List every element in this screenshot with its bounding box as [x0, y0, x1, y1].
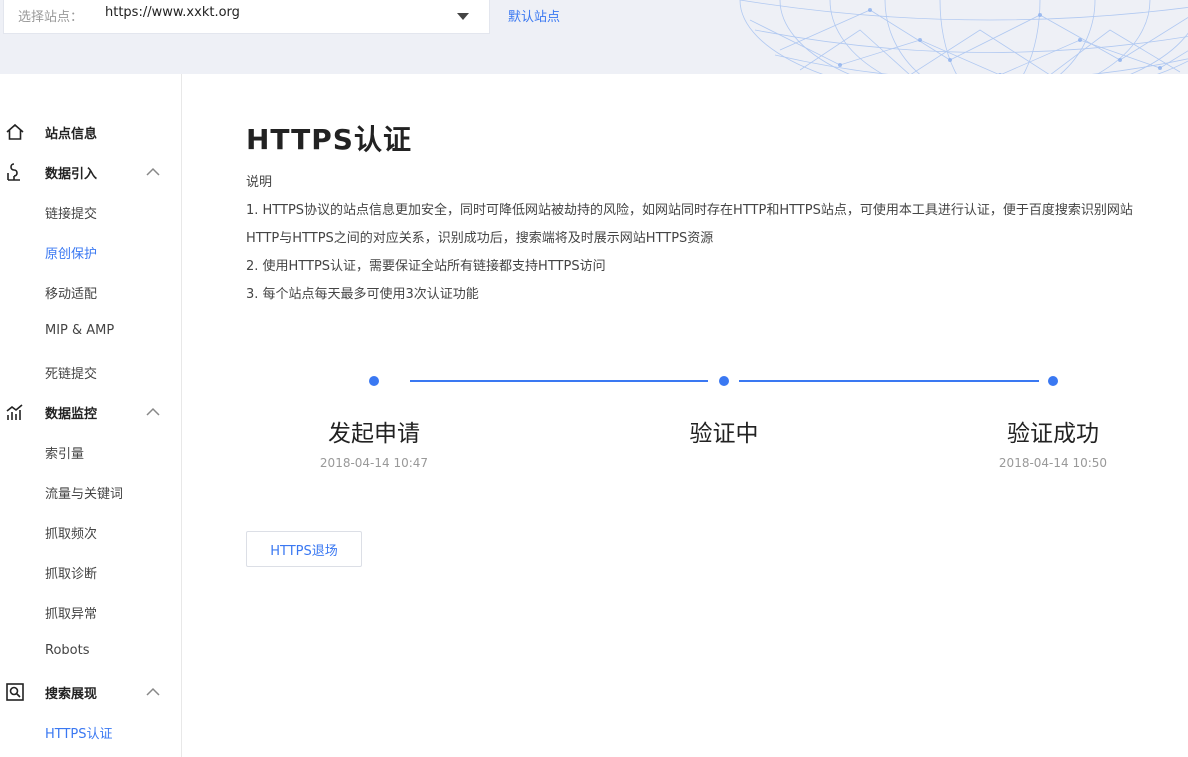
default-site-link[interactable]: 默认站点	[508, 6, 560, 25]
site-select-value: https://www.xxkt.org	[105, 5, 240, 20]
sidebar-item-crawl-errors[interactable]: 抓取异常	[45, 603, 97, 622]
sidebar-group-label: 数据引入	[45, 167, 98, 182]
main-content: HTTPS认证 说明 1. HTTPS协议的站点信息更加安全，同时可降低网站被劫…	[182, 74, 1188, 757]
sidebar-group-site-info[interactable]: 站点信息	[0, 120, 182, 144]
sidebar: 站点信息 数据引入 链接提交 原创保护 移动适配 MIP & AMP 死链提交 …	[0, 74, 182, 757]
step-connector	[410, 380, 708, 382]
sidebar-item-crawl-diagnosis[interactable]: 抓取诊断	[45, 563, 97, 582]
sidebar-item-original-protection[interactable]: 原创保护	[45, 243, 97, 262]
sidebar-item-dead-link-submit[interactable]: 死链提交	[45, 363, 97, 382]
sidebar-item-mobile-adaptation[interactable]: 移动适配	[45, 283, 97, 302]
site-select-label: 选择站点：	[18, 10, 84, 25]
sidebar-item-robots[interactable]: Robots	[45, 643, 89, 658]
data-monitor-icon	[6, 404, 23, 420]
progress-steps: 发起申请 2018-04-14 10:47 验证中 验证成功 2018-04-1…	[182, 370, 1188, 480]
search-display-icon	[6, 683, 24, 701]
step-time-apply: 2018-04-14 10:47	[319, 456, 429, 470]
sidebar-item-traffic-keywords[interactable]: 流量与关键词	[45, 483, 123, 502]
site-select-dropdown[interactable]: 选择站点： https://www.xxkt.org	[3, 0, 490, 34]
sidebar-group-data-monitor[interactable]: 数据监控	[0, 400, 182, 424]
sidebar-group-label: 站点信息	[45, 127, 98, 142]
description-block: 说明 1. HTTPS协议的站点信息更加安全，同时可降低网站被劫持的风险，如网站…	[246, 174, 1188, 314]
https-exit-button[interactable]: HTTPS退场	[246, 531, 362, 567]
home-icon	[6, 123, 24, 140]
step-time-success: 2018-04-14 10:50	[998, 456, 1108, 470]
step-title-verifying: 验证中	[689, 421, 759, 447]
sidebar-group-search-display[interactable]: 搜索展现	[0, 680, 182, 704]
description-line: 2. 使用HTTPS认证，需要保证全站所有链接都支持HTTPS访问	[246, 259, 606, 274]
description-line: HTTP与HTTPS之间的对应关系，识别成功后，搜索端将及时展示网站HTTPS资…	[246, 231, 714, 246]
step-dot	[369, 376, 379, 386]
description-heading: 说明	[246, 175, 273, 190]
step-title-success: 验证成功	[1007, 421, 1099, 447]
chevron-up-icon[interactable]	[146, 405, 160, 419]
sidebar-item-https-auth[interactable]: HTTPS认证	[45, 723, 113, 742]
chevron-down-icon[interactable]	[457, 13, 469, 20]
sidebar-item-index-volume[interactable]: 索引量	[45, 443, 84, 462]
chevron-up-icon[interactable]	[146, 685, 160, 699]
sidebar-group-label: 搜索展现	[45, 687, 98, 702]
description-line: 3. 每个站点每天最多可使用3次认证功能	[246, 287, 479, 302]
step-dot	[719, 376, 729, 386]
sidebar-item-mip-amp[interactable]: MIP & AMP	[45, 323, 114, 338]
chevron-up-icon[interactable]	[146, 165, 160, 179]
sidebar-group-data-import[interactable]: 数据引入	[0, 160, 182, 184]
step-connector	[739, 380, 1039, 382]
top-header: 选择站点： https://www.xxkt.org 默认站点	[0, 0, 1188, 74]
page-title: HTTPS认证	[246, 123, 412, 156]
sidebar-group-label: 数据监控	[45, 407, 98, 422]
description-line: 1. HTTPS协议的站点信息更加安全，同时可降低网站被劫持的风险，如网站同时存…	[246, 203, 1133, 218]
sidebar-item-link-submit[interactable]: 链接提交	[45, 203, 97, 222]
globe-decoration	[739, 0, 1188, 74]
data-import-icon	[7, 163, 20, 181]
sidebar-item-crawl-frequency[interactable]: 抓取频次	[45, 523, 97, 542]
step-dot	[1048, 376, 1058, 386]
step-title-apply: 发起申请	[328, 421, 420, 447]
